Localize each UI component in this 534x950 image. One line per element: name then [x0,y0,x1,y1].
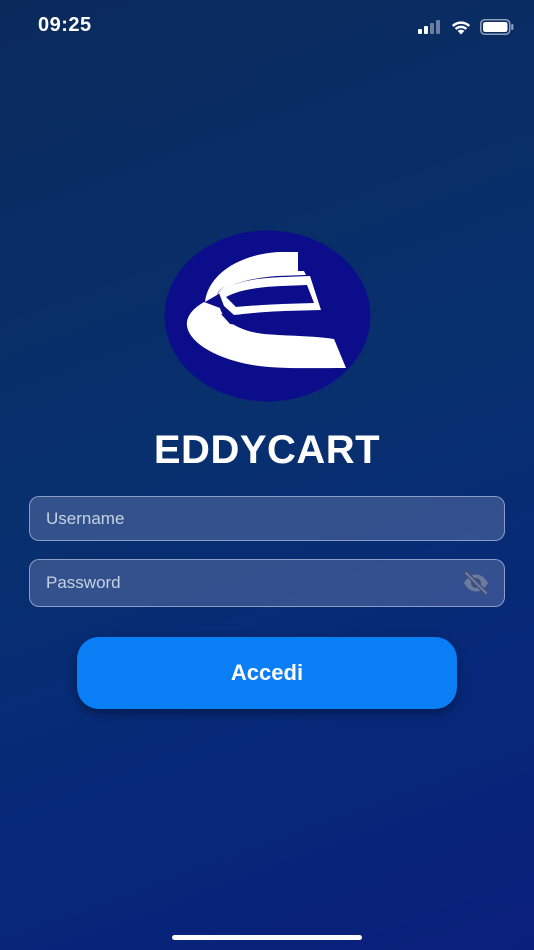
password-field[interactable] [29,559,505,607]
status-bar: 09:25 [0,0,534,54]
eye-off-icon[interactable] [462,571,490,595]
home-indicator[interactable] [172,935,362,940]
username-input[interactable] [30,497,504,540]
status-icons [418,17,514,37]
battery-icon [480,19,514,35]
wifi-icon [451,21,471,35]
status-time: 09:25 [38,14,92,36]
login-button[interactable]: Accedi [77,637,457,709]
eddycart-logo [164,230,371,402]
password-input[interactable] [30,560,504,606]
cellular-signal-icon [418,20,440,34]
username-field[interactable] [29,496,505,541]
app-title: EDDYCART [153,428,381,472]
